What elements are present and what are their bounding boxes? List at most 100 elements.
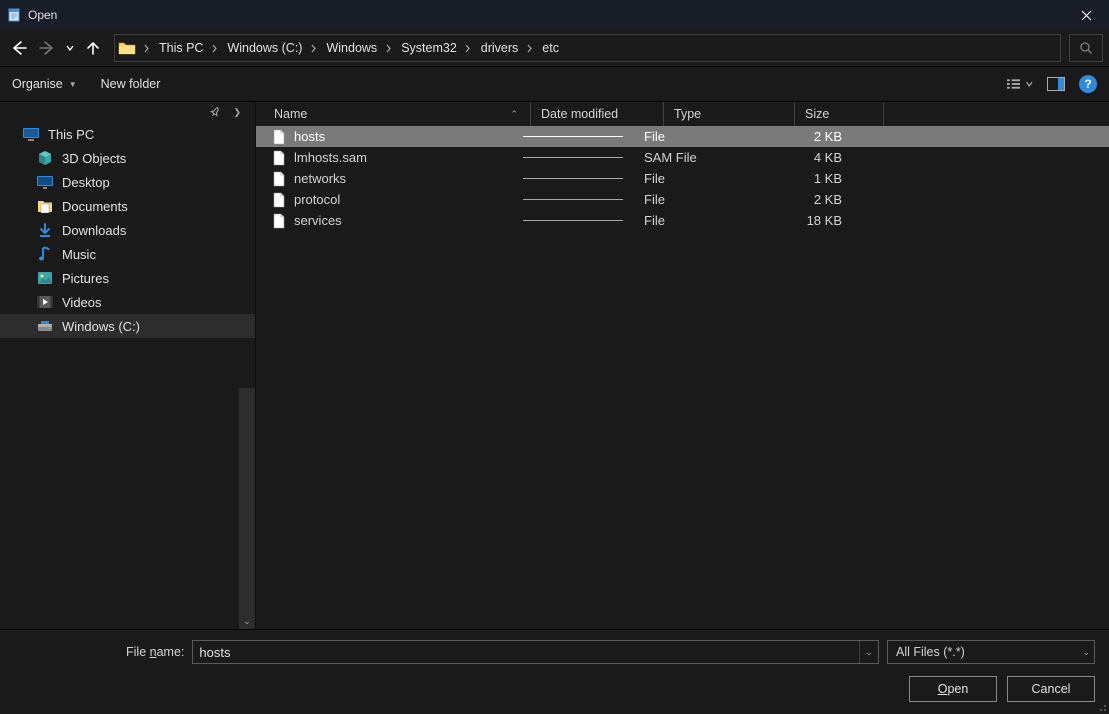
desktop-icon bbox=[36, 175, 54, 189]
file-icon bbox=[272, 150, 286, 166]
filename-input[interactable] bbox=[193, 645, 859, 660]
file-icon bbox=[272, 129, 286, 145]
column-type[interactable]: Type bbox=[664, 102, 795, 126]
breadcrumb[interactable]: This PC Windows (C:) Windows System32 dr… bbox=[114, 34, 1061, 62]
document-folder-icon bbox=[36, 199, 54, 213]
sidebar-item[interactable]: Downloads bbox=[0, 218, 255, 242]
file-icon bbox=[272, 171, 286, 187]
file-type: File bbox=[634, 171, 764, 186]
file-row[interactable]: servicesFile18 KB bbox=[256, 210, 1109, 231]
column-name[interactable]: Name ⌃ bbox=[256, 102, 531, 126]
forward-button[interactable] bbox=[34, 35, 60, 61]
file-date bbox=[512, 199, 634, 200]
help-button[interactable]: ? bbox=[1079, 75, 1097, 93]
cube-icon bbox=[36, 150, 54, 166]
organise-button[interactable]: Organise ▼ bbox=[12, 77, 77, 91]
filename-dropdown[interactable]: ⌄ bbox=[859, 641, 878, 663]
resize-grip[interactable] bbox=[1095, 700, 1107, 712]
breadcrumb-item[interactable]: Windows bbox=[320, 35, 381, 61]
chevron-right-icon[interactable] bbox=[461, 44, 475, 53]
sidebar-item[interactable]: This PC bbox=[0, 122, 255, 146]
nav-bar: This PC Windows (C:) Windows System32 dr… bbox=[0, 30, 1109, 67]
sidebar-item-label: Pictures bbox=[62, 271, 109, 286]
file-size: 4 KB bbox=[764, 150, 850, 165]
sidebar-scrollbar[interactable]: ⌄ bbox=[239, 388, 255, 629]
bottom-panel: File name: ⌄ All Files (*.*) ⌄ Open Canc… bbox=[0, 630, 1109, 714]
music-icon bbox=[36, 246, 54, 262]
breadcrumb-item[interactable]: Windows (C:) bbox=[221, 35, 306, 61]
title-bar: Open bbox=[0, 0, 1109, 30]
search-input[interactable] bbox=[1069, 34, 1103, 62]
file-name: hosts bbox=[294, 129, 325, 144]
filename-label: File name: bbox=[14, 645, 184, 659]
file-row[interactable]: lmhosts.samSAM File4 KB bbox=[256, 147, 1109, 168]
search-icon bbox=[1079, 41, 1093, 55]
file-name: protocol bbox=[294, 192, 340, 207]
sidebar-item[interactable]: Windows (C:) bbox=[0, 314, 255, 338]
picture-icon bbox=[36, 271, 54, 285]
file-row[interactable]: networks File1 KB bbox=[256, 168, 1109, 189]
back-button[interactable] bbox=[6, 35, 32, 61]
window-title: Open bbox=[28, 8, 57, 22]
sidebar-item[interactable]: Pictures bbox=[0, 266, 255, 290]
sidebar-item[interactable]: Documents bbox=[0, 194, 255, 218]
file-date bbox=[512, 178, 634, 179]
chevron-right-icon[interactable] bbox=[381, 44, 395, 53]
file-date bbox=[512, 220, 634, 221]
notepad-icon bbox=[6, 7, 22, 23]
chevron-right-icon[interactable] bbox=[522, 44, 536, 53]
sidebar-item[interactable]: Videos bbox=[0, 290, 255, 314]
column-date[interactable]: Date modified bbox=[531, 102, 664, 126]
file-icon bbox=[272, 213, 286, 229]
file-date bbox=[512, 136, 634, 137]
new-folder-button[interactable]: New folder bbox=[101, 77, 161, 91]
file-size: 2 KB bbox=[764, 129, 850, 144]
sidebar-item-label: Desktop bbox=[62, 175, 110, 190]
video-icon bbox=[36, 296, 54, 308]
up-button[interactable] bbox=[80, 35, 106, 61]
chevron-right-icon[interactable] bbox=[306, 44, 320, 53]
file-row[interactable]: hosts File2 KB bbox=[256, 126, 1109, 147]
sidebar-item[interactable]: Music bbox=[0, 242, 255, 266]
cancel-button[interactable]: Cancel bbox=[1007, 676, 1095, 702]
chevron-down-icon: ⌄ bbox=[1082, 647, 1090, 658]
chevron-down-icon: ▼ bbox=[69, 80, 77, 89]
column-headers: Name ⌃ Date modified Type Size bbox=[256, 102, 1109, 126]
open-button[interactable]: Open bbox=[909, 676, 997, 702]
close-button[interactable] bbox=[1063, 0, 1109, 30]
breadcrumb-item[interactable]: System32 bbox=[395, 35, 461, 61]
sidebar-item-label: Downloads bbox=[62, 223, 126, 238]
column-size[interactable]: Size bbox=[795, 102, 884, 126]
preview-pane-button[interactable] bbox=[1043, 71, 1069, 97]
sidebar-item-label: Videos bbox=[62, 295, 102, 310]
breadcrumb-item[interactable]: etc bbox=[536, 35, 563, 61]
sidebar-item[interactable]: 3D Objects bbox=[0, 146, 255, 170]
file-size: 18 KB bbox=[764, 213, 850, 228]
open-dialog: Open This P bbox=[0, 0, 1109, 714]
file-date bbox=[512, 157, 634, 158]
file-type: File bbox=[634, 129, 764, 144]
view-options-button[interactable] bbox=[1007, 71, 1033, 97]
file-icon bbox=[272, 192, 286, 208]
file-type: File bbox=[634, 213, 764, 228]
breadcrumb-item[interactable]: This PC bbox=[153, 35, 207, 61]
file-row[interactable]: protocolFile2 KB bbox=[256, 189, 1109, 210]
file-name: networks bbox=[294, 171, 346, 186]
file-size: 1 KB bbox=[764, 171, 850, 186]
folder-icon bbox=[115, 40, 139, 56]
chevron-right-icon[interactable] bbox=[139, 44, 153, 53]
file-type-filter[interactable]: All Files (*.*) ⌄ bbox=[887, 640, 1095, 664]
sidebar-item-label: 3D Objects bbox=[62, 151, 126, 166]
scroll-down-icon[interactable]: ⌄ bbox=[239, 613, 255, 629]
chevron-right-icon[interactable] bbox=[207, 44, 221, 53]
breadcrumb-item[interactable]: drivers bbox=[475, 35, 523, 61]
download-icon bbox=[36, 223, 54, 237]
file-name: lmhosts.sam bbox=[294, 150, 367, 165]
toolbar: Organise ▼ New folder ? bbox=[0, 67, 1109, 102]
recent-dropdown[interactable] bbox=[62, 35, 78, 61]
file-type: File bbox=[634, 192, 764, 207]
navigation-pane: ❯ This PC 3D Objects Desktop Documents Downl… bbox=[0, 102, 256, 629]
pin-icon[interactable] bbox=[210, 105, 221, 120]
chevron-icon[interactable]: ❯ bbox=[233, 107, 241, 118]
sidebar-item[interactable]: Desktop bbox=[0, 170, 255, 194]
